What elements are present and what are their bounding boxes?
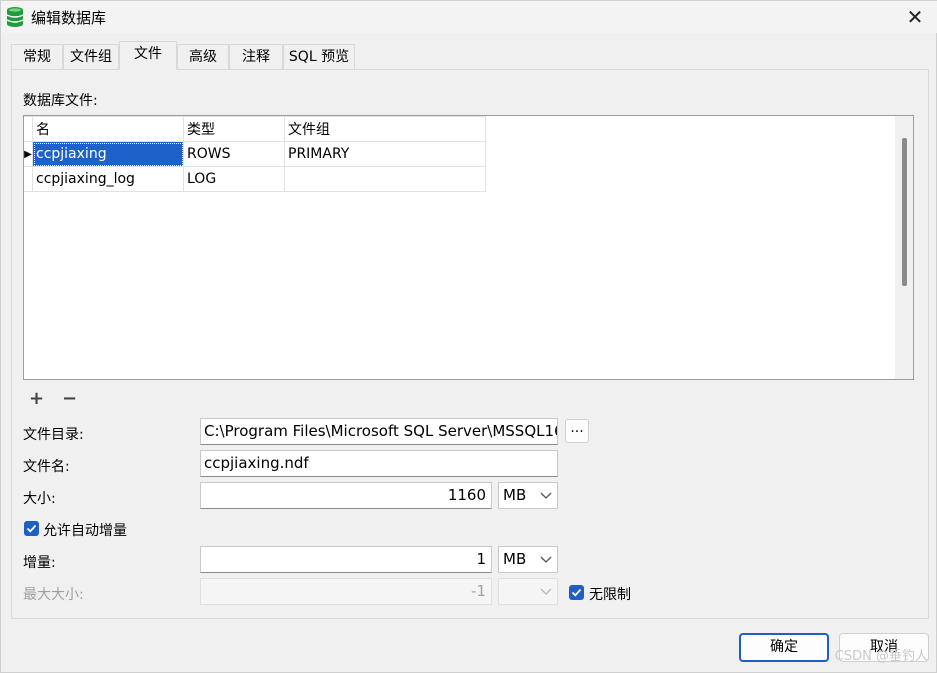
edit-database-dialog: 编辑数据库 ✕ 常规 文件组 文件 高级 注释 SQL 预览 数据库文件: 名 … [0,0,937,673]
table-header-row: 名 类型 文件组 [24,116,486,142]
check-icon [571,588,582,597]
growth-input[interactable]: 1 [200,546,492,573]
column-header-type[interactable]: 类型 [183,116,285,142]
close-icon[interactable]: ✕ [892,1,937,33]
max-size-input: -1 [200,578,492,605]
size-label: 大小: [23,491,56,507]
scrollbar-thumb[interactable] [902,138,907,286]
database-icon [6,6,24,28]
table-row[interactable]: ▶ ccpjiaxing ROWS PRIMARY [24,141,486,167]
file-name-input[interactable]: ccpjiaxing.ndf [200,450,558,477]
tab-sql-preview[interactable]: SQL 预览 [283,44,355,69]
auto-grow-checkbox[interactable] [24,521,39,536]
cell-name[interactable]: ccpjiaxing_log [32,166,184,192]
unlimited-label[interactable]: 无限制 [589,584,631,604]
column-header-name[interactable]: 名 [32,116,184,142]
cell-filegroup[interactable]: PRIMARY [284,141,486,167]
growth-unit-value: MB [503,550,527,568]
add-file-button[interactable]: + [29,390,44,408]
chevron-down-icon [540,588,552,595]
current-row-marker-icon: ▶ [24,141,33,167]
check-icon [26,524,37,533]
tab-general[interactable]: 常规 [11,44,63,69]
tab-files[interactable]: 文件 [119,41,177,70]
growth-unit-select[interactable]: MB [498,546,558,573]
cell-type[interactable]: ROWS [183,141,285,167]
file-directory-input[interactable]: C:\Program Files\Microsoft SQL Server\MS… [200,418,558,445]
size-unit-value: MB [503,486,527,504]
chevron-down-icon [540,492,552,499]
chevron-down-icon [540,556,552,563]
size-input[interactable]: 1160 [200,482,492,509]
size-unit-select[interactable]: MB [498,482,558,509]
cell-filegroup[interactable] [284,166,486,192]
database-files-grid: 名 类型 文件组 ▶ ccpjiaxing ROWS PRIMARY ccpji… [23,115,914,380]
watermark: CSDN @垂钓人 [834,649,928,664]
table-row[interactable]: ccpjiaxing_log LOG [24,166,486,192]
files-table: 名 类型 文件组 ▶ ccpjiaxing ROWS PRIMARY ccpji… [24,116,486,192]
vertical-scrollbar[interactable] [895,116,913,379]
cell-name[interactable]: ccpjiaxing [32,141,184,167]
unlimited-checkbox[interactable] [569,585,584,600]
auto-grow-label[interactable]: 允许自动增量 [43,520,127,540]
window-title: 编辑数据库 [31,9,107,27]
tab-comments[interactable]: 注释 [229,44,283,69]
tab-filegroups[interactable]: 文件组 [63,44,119,69]
remove-file-button[interactable]: − [62,390,77,408]
max-size-label: 最大大小: [23,587,84,603]
max-size-unit-select [498,578,558,605]
browse-directory-button[interactable]: ... [565,419,589,443]
title-bar: 编辑数据库 ✕ [1,1,937,33]
column-header-filegroup[interactable]: 文件组 [284,116,486,142]
file-directory-label: 文件目录: [23,427,84,443]
cell-type[interactable]: LOG [183,166,285,192]
ok-button[interactable]: 确定 [739,633,829,662]
tab-advanced[interactable]: 高级 [177,44,229,69]
database-files-label: 数据库文件: [23,93,98,109]
growth-label: 增量: [23,555,56,571]
file-name-label: 文件名: [23,459,70,475]
